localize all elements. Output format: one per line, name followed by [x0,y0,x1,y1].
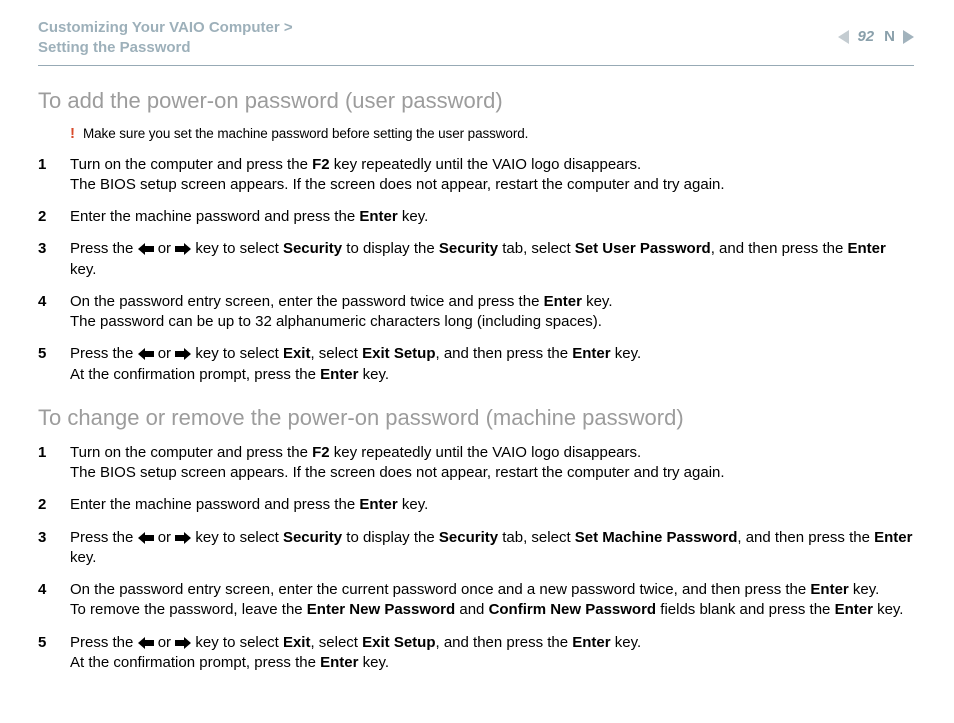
step-item: 4On the password entry screen, enter the… [38,292,914,333]
warning-note: ! Make sure you set the machine password… [70,126,914,141]
step-text: Enter the machine password and press the… [70,207,914,227]
bold-term: Set User Password [575,240,711,257]
steps-list-change-machine-password: 1Turn on the computer and press the F2 k… [38,443,914,673]
bold-term: Exit Setup [362,634,435,651]
page-n-mark: N [882,28,897,45]
section-heading-change-machine-password: To change or remove the power-on passwor… [38,405,914,431]
bold-term: Exit Setup [362,345,435,362]
step-item: 5Press the or key to select Exit, select… [38,344,914,385]
warning-text: Make sure you set the machine password b… [83,126,528,141]
step-number: 2 [38,495,70,515]
steps-list-add-user-password: 1Turn on the computer and press the F2 k… [38,155,914,385]
bold-term: F2 [312,444,330,461]
bold-term: Enter [359,208,397,225]
bold-term: Security [439,240,498,257]
step-text: Press the or key to select Security to d… [70,239,914,280]
bold-term: F2 [312,156,330,173]
breadcrumb-part-1: Customizing Your VAIO Computer [38,19,280,36]
pager: 92 N [838,18,914,45]
breadcrumb-part-2: Setting the Password [38,39,191,56]
step-number: 5 [38,344,70,364]
left-arrow-key-icon [138,532,154,544]
next-page-icon[interactable] [903,30,914,44]
bold-term: Enter New Password [307,601,455,618]
bold-term: Security [283,240,342,257]
section-heading-add-user-password: To add the power-on password (user passw… [38,88,914,114]
left-arrow-key-icon [138,348,154,360]
step-item: 4On the password entry screen, enter the… [38,580,914,621]
step-text: On the password entry screen, enter the … [70,580,914,621]
warning-icon: ! [70,126,75,141]
step-number: 5 [38,633,70,653]
step-item: 1Turn on the computer and press the F2 k… [38,155,914,196]
bold-term: Security [283,529,342,546]
step-number: 1 [38,155,70,175]
right-arrow-key-icon [175,348,191,360]
step-item: 2Enter the machine password and press th… [38,495,914,515]
document-page: Customizing Your VAIO Computer > Setting… [0,0,954,723]
breadcrumb: Customizing Your VAIO Computer > Setting… [38,18,838,59]
bold-term: Set Machine Password [575,529,738,546]
step-number: 4 [38,580,70,600]
bold-term: Enter [847,240,885,257]
header-divider [38,65,914,66]
bold-term: Enter [544,293,582,310]
step-number: 1 [38,443,70,463]
right-arrow-key-icon [175,532,191,544]
prev-page-icon[interactable] [838,30,849,44]
page-number: 92 [855,28,876,45]
left-arrow-key-icon [138,243,154,255]
bold-term: Exit [283,345,311,362]
bold-term: Enter [810,581,848,598]
left-arrow-key-icon [138,637,154,649]
bold-term: Enter [359,496,397,513]
bold-term: Enter [572,634,610,651]
right-arrow-key-icon [175,243,191,255]
step-number: 2 [38,207,70,227]
step-number: 3 [38,239,70,259]
bold-term: Enter [572,345,610,362]
bold-term: Exit [283,634,311,651]
step-item: 1Turn on the computer and press the F2 k… [38,443,914,484]
step-text: Press the or key to select Security to d… [70,528,914,569]
step-number: 3 [38,528,70,548]
right-arrow-key-icon [175,637,191,649]
step-item: 3Press the or key to select Security to … [38,239,914,280]
bold-term: Enter [874,529,912,546]
page-header: Customizing Your VAIO Computer > Setting… [38,18,914,59]
step-text: Enter the machine password and press the… [70,495,914,515]
step-text: Press the or key to select Exit, select … [70,344,914,385]
bold-term: Enter [835,601,873,618]
step-text: On the password entry screen, enter the … [70,292,914,333]
bold-term: Confirm New Password [489,601,657,618]
step-text: Turn on the computer and press the F2 ke… [70,443,914,484]
step-item: 2Enter the machine password and press th… [38,207,914,227]
bold-term: Enter [320,654,358,671]
step-text: Turn on the computer and press the F2 ke… [70,155,914,196]
step-number: 4 [38,292,70,312]
breadcrumb-separator: > [284,19,293,36]
step-item: 5Press the or key to select Exit, select… [38,633,914,674]
bold-term: Security [439,529,498,546]
step-item: 3Press the or key to select Security to … [38,528,914,569]
step-text: Press the or key to select Exit, select … [70,633,914,674]
bold-term: Enter [320,366,358,383]
